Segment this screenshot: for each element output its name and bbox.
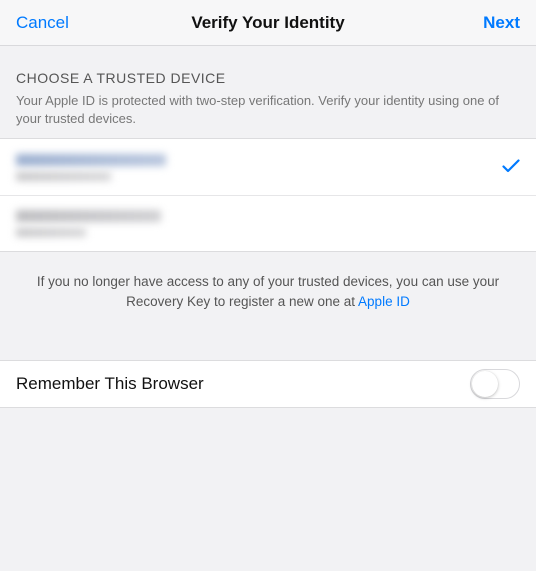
- section-header: CHOOSE A TRUSTED DEVICE Your Apple ID is…: [0, 46, 536, 138]
- next-button[interactable]: Next: [460, 13, 520, 33]
- page-title: Verify Your Identity: [76, 13, 460, 33]
- device-info: [16, 210, 161, 237]
- section-description: Your Apple ID is protected with two-step…: [16, 92, 520, 128]
- section-title: CHOOSE A TRUSTED DEVICE: [16, 70, 520, 86]
- remember-toggle[interactable]: [470, 369, 520, 399]
- nav-header: Cancel Verify Your Identity Next: [0, 0, 536, 46]
- remember-label: Remember This Browser: [16, 374, 204, 394]
- device-item[interactable]: [0, 139, 536, 195]
- checkmark-icon: [502, 157, 520, 178]
- device-name-redacted: [16, 154, 166, 166]
- cancel-button[interactable]: Cancel: [16, 13, 76, 33]
- footer-text: If you no longer have access to any of y…: [37, 274, 499, 309]
- device-info: [16, 154, 166, 181]
- device-name-redacted: [16, 210, 161, 222]
- device-item[interactable]: [0, 195, 536, 251]
- device-detail-redacted: [16, 172, 111, 181]
- device-detail-redacted: [16, 228, 86, 237]
- toggle-knob: [472, 371, 498, 397]
- remember-row: Remember This Browser: [0, 360, 536, 408]
- apple-id-link[interactable]: Apple ID: [358, 294, 410, 309]
- footer-note: If you no longer have access to any of y…: [0, 252, 536, 331]
- device-list: [0, 138, 536, 252]
